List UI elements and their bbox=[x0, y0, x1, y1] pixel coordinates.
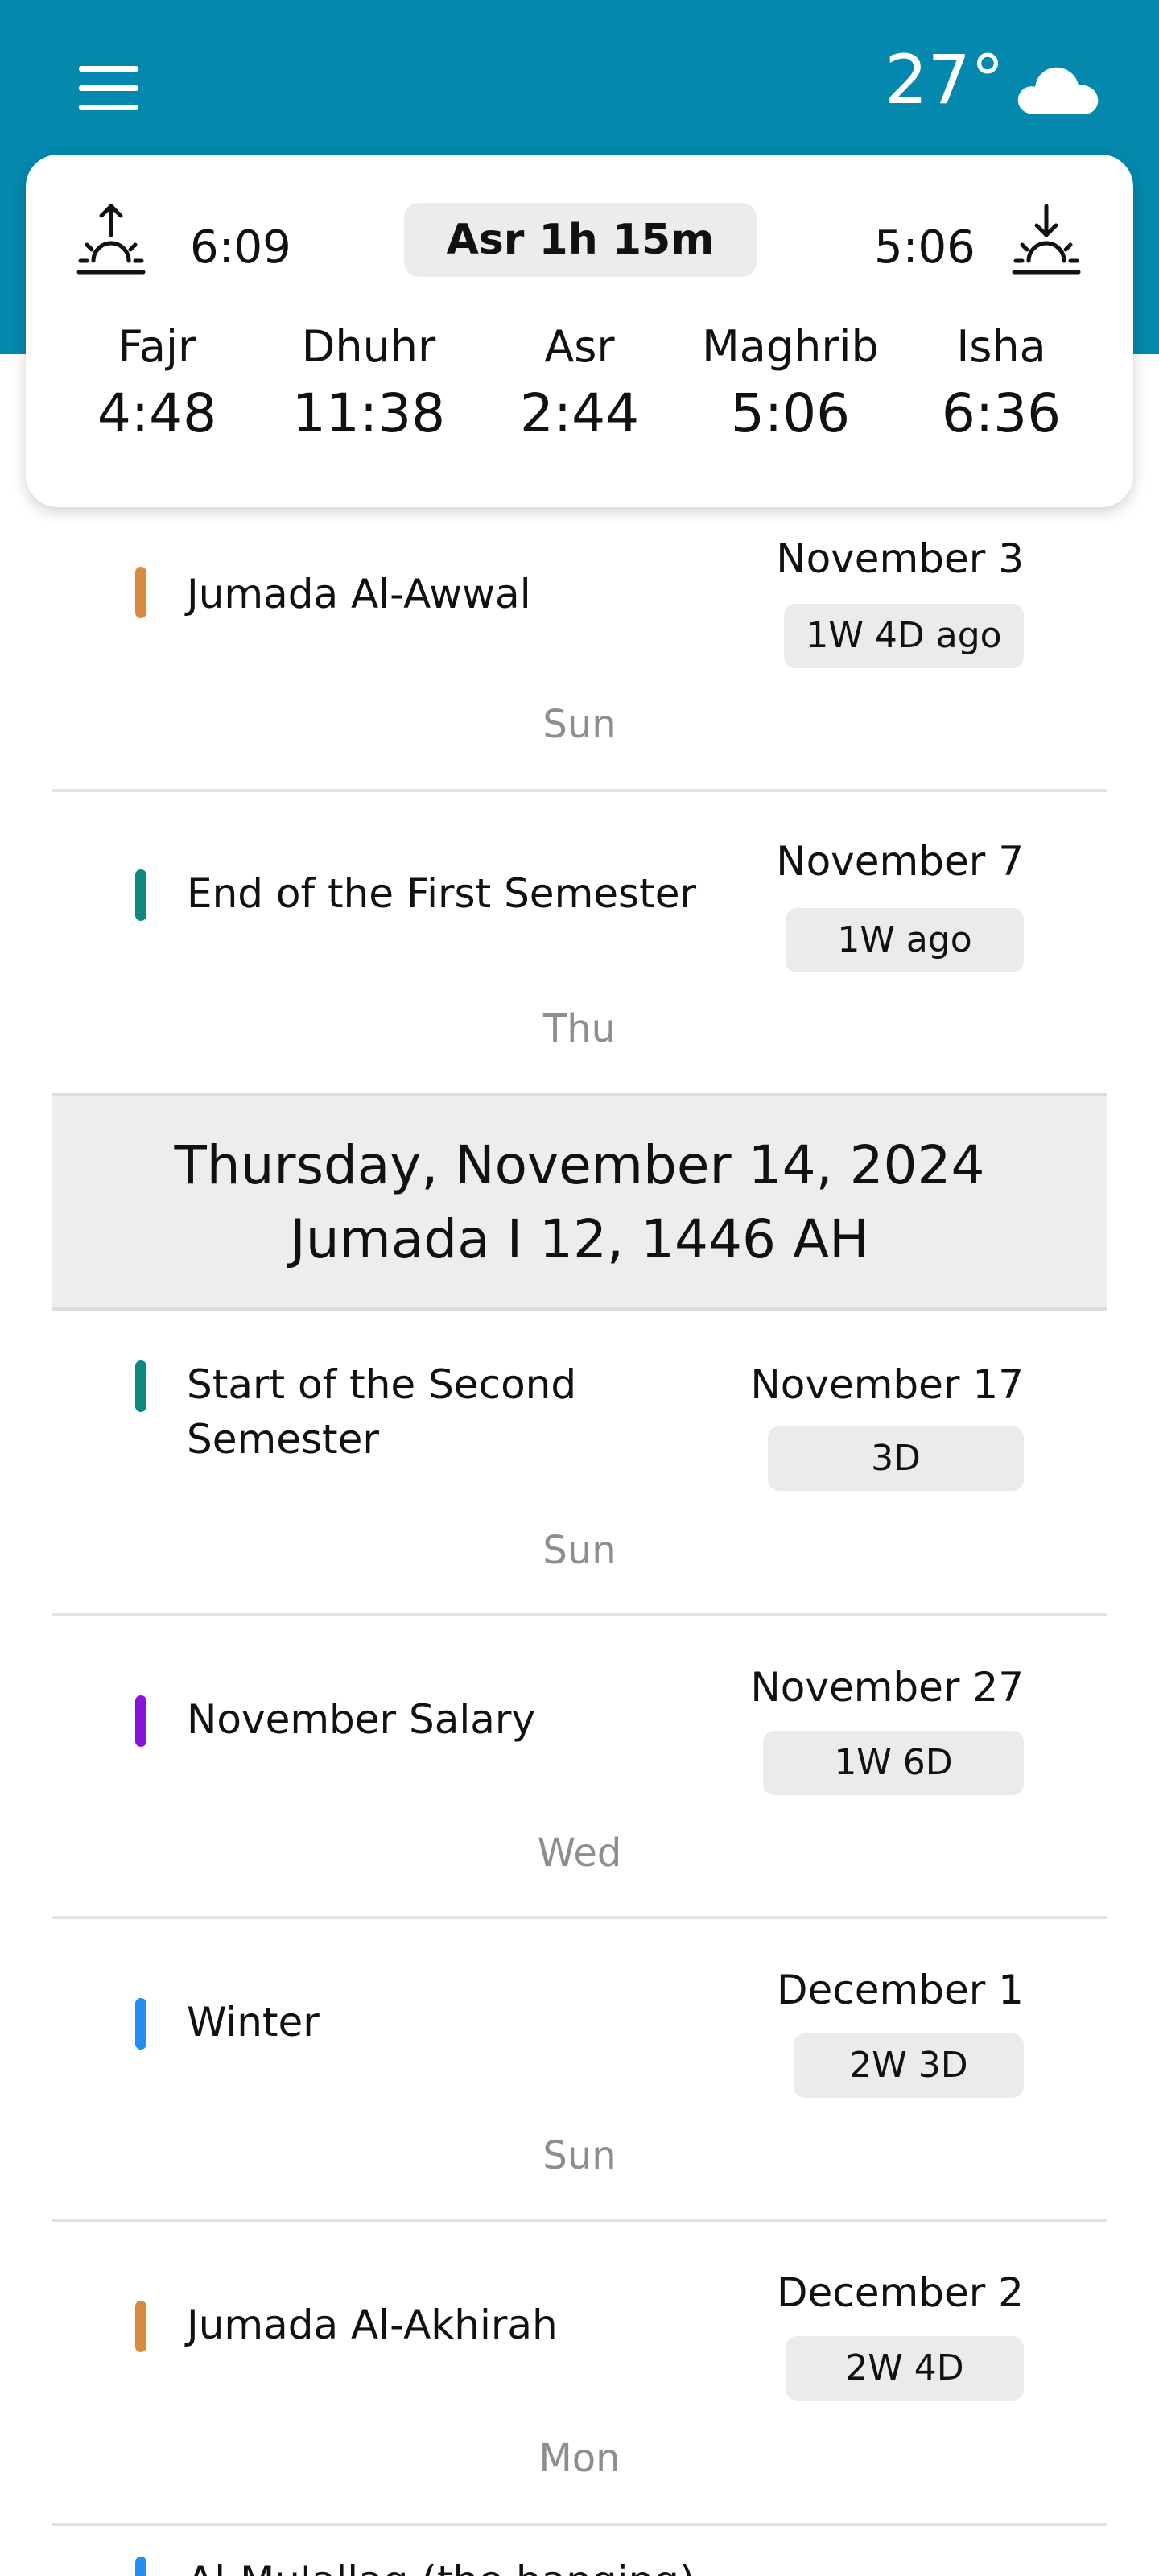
event-item[interactable]: Jumada Al-Awwal November 3 1W 4D ago Sun bbox=[52, 515, 1107, 789]
event-date: November 27 bbox=[750, 1664, 1024, 1711]
event-color-bar bbox=[135, 1360, 146, 1412]
event-title: Jumada Al-Akhirah bbox=[187, 2301, 558, 2348]
event-color-bar bbox=[135, 1998, 146, 2050]
event-relative-time: 3D bbox=[768, 1426, 1024, 1491]
today-hijri-date: Jumada I 12, 1446 AH bbox=[290, 1208, 869, 1270]
event-date: November 3 bbox=[776, 535, 1024, 582]
event-item[interactable]: Al-Mu'allaq (the hanging) bbox=[52, 2526, 1107, 2576]
sunset-time: 5:06 bbox=[874, 221, 975, 274]
prayer-name: Isha bbox=[956, 321, 1046, 372]
event-item[interactable]: Start of the Second Semester November 17… bbox=[52, 1311, 1107, 1615]
event-color-bar bbox=[135, 2557, 146, 2576]
event-relative-time: 1W 4D ago bbox=[784, 604, 1024, 668]
prayer-time: 6:36 bbox=[941, 382, 1062, 444]
event-relative-time: 1W ago bbox=[786, 908, 1024, 972]
event-weekday: Mon bbox=[538, 2436, 621, 2481]
event-weekday: Thu bbox=[542, 1006, 617, 1051]
prayer-name: Maghrib bbox=[702, 321, 879, 372]
next-prayer-countdown[interactable]: Asr 1h 15m bbox=[404, 203, 757, 277]
prayer-maghrib: Maghrib 5:06 bbox=[684, 319, 897, 451]
prayer-name: Asr bbox=[544, 321, 615, 372]
prayer-name: Fajr bbox=[118, 321, 196, 372]
event-weekday: Wed bbox=[537, 1831, 622, 1876]
sunrise-time: 6:09 bbox=[190, 221, 291, 274]
event-title: Al-Mu'allaq (the hanging) bbox=[187, 2553, 831, 2576]
menu-icon[interactable] bbox=[79, 66, 140, 111]
event-color-bar bbox=[135, 1695, 146, 1747]
event-weekday: Sun bbox=[542, 1528, 617, 1573]
prayer-dhuhr: Dhuhr 11:38 bbox=[262, 319, 475, 451]
event-weekday: Sun bbox=[542, 2133, 617, 2178]
event-color-bar bbox=[135, 2301, 146, 2352]
prayer-time: 2:44 bbox=[519, 382, 640, 444]
event-color-bar bbox=[135, 567, 146, 618]
event-date: November 7 bbox=[776, 838, 1024, 885]
prayer-isha: Isha 6:36 bbox=[895, 319, 1107, 451]
event-date: December 1 bbox=[777, 1967, 1024, 2013]
event-weekday: Sun bbox=[542, 702, 617, 747]
event-title: End of the First Semester bbox=[187, 870, 697, 917]
event-item[interactable]: Jumada Al-Akhirah December 2 2W 4D Mon bbox=[52, 2222, 1107, 2523]
event-relative-time: 2W 3D bbox=[794, 2033, 1024, 2098]
event-item[interactable]: Winter December 1 2W 3D Sun bbox=[52, 1919, 1107, 2220]
event-relative-time: 1W 6D bbox=[763, 1731, 1024, 1795]
event-date: December 2 bbox=[777, 2269, 1024, 2316]
sunset-icon bbox=[1012, 204, 1081, 275]
event-date: November 17 bbox=[750, 1361, 1024, 1408]
cloud-icon bbox=[1017, 67, 1099, 114]
prayer-name: Dhuhr bbox=[301, 321, 436, 372]
prayer-fajr: Fajr 4:48 bbox=[51, 319, 263, 451]
prayer-times-card: 6:09 Asr 1h 15m 5:06 Fajr 4:48 Dhuhr 11:… bbox=[26, 155, 1133, 507]
divider bbox=[52, 789, 1107, 792]
event-title: November Salary bbox=[187, 1696, 536, 1743]
prayer-time: 4:48 bbox=[97, 382, 217, 444]
today-date-banner: Thursday, November 14, 2024 Jumada I 12,… bbox=[52, 1093, 1107, 1311]
event-title: Start of the Second Semester bbox=[187, 1361, 577, 1463]
prayer-time: 5:06 bbox=[730, 382, 851, 444]
event-item[interactable]: End of the First Semester November 7 1W … bbox=[52, 819, 1107, 1093]
event-title: Jumada Al-Awwal bbox=[187, 571, 531, 617]
sunrise-icon bbox=[76, 203, 146, 275]
today-gregorian-date: Thursday, November 14, 2024 bbox=[174, 1134, 985, 1196]
prayer-asr: Asr 2:44 bbox=[473, 319, 686, 451]
temperature: 27° bbox=[885, 40, 1004, 119]
event-title: Winter bbox=[187, 1999, 320, 2046]
event-item[interactable]: November Salary November 27 1W 6D Wed bbox=[52, 1616, 1107, 1918]
event-relative-time: 2W 4D bbox=[786, 2336, 1024, 2401]
prayer-time: 11:38 bbox=[291, 382, 446, 444]
event-color-bar bbox=[135, 869, 146, 921]
